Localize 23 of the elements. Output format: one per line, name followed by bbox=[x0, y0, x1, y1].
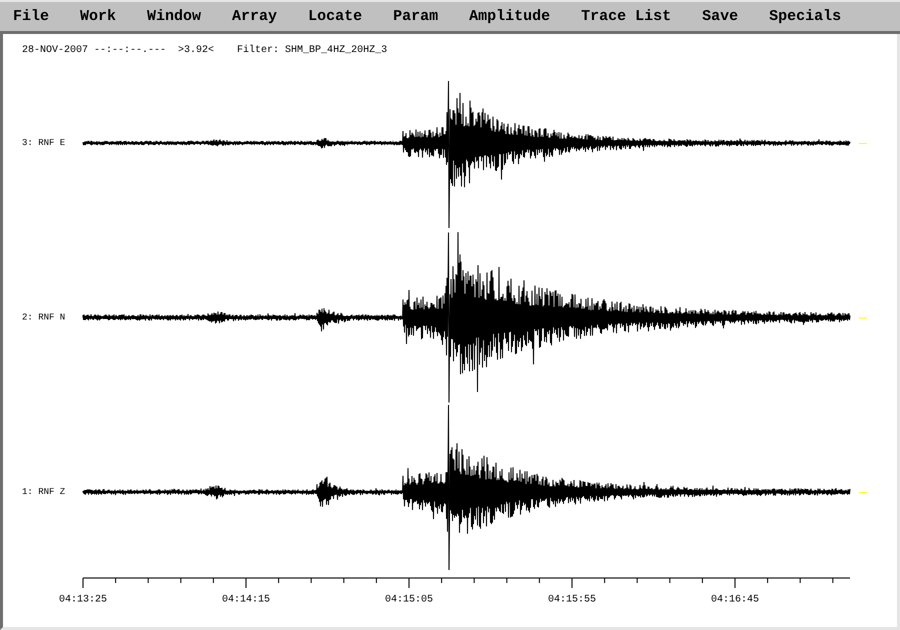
menu-item[interactable]: Specials bbox=[756, 2, 860, 31]
menu-item[interactable]: Locate bbox=[295, 2, 380, 31]
menu-item[interactable]: Amplitude bbox=[456, 2, 568, 31]
time-tick-label: 04:15:05 bbox=[385, 594, 433, 606]
trace-label: 2: RNF N bbox=[22, 312, 66, 322]
trace-marker bbox=[858, 492, 868, 493]
time-tick-label: 04:14:15 bbox=[222, 594, 270, 606]
menu-item[interactable]: Param bbox=[380, 2, 456, 31]
trace-label: 3: RNF E bbox=[22, 138, 66, 148]
time-tick-label: 04:13:25 bbox=[59, 594, 107, 606]
menu-item[interactable]: Window bbox=[134, 2, 220, 31]
menu-item[interactable]: File bbox=[0, 2, 68, 31]
menu-item[interactable]: Save bbox=[689, 2, 756, 31]
time-tick-label: 04:15:55 bbox=[548, 594, 596, 606]
trace-marker bbox=[858, 143, 868, 144]
filter-text: Filter: SHM_BP_4HZ_20HZ_3 bbox=[237, 44, 388, 56]
menu-item[interactable]: Work bbox=[67, 2, 134, 31]
menu-item[interactable]: Array bbox=[219, 2, 296, 31]
date-time-text: 28-NOV-2007 --:--:--.--- bbox=[22, 44, 166, 56]
time-tick-label: 04:16:45 bbox=[711, 594, 759, 606]
amplitude-scale-text: >3.92< bbox=[178, 44, 214, 56]
trace-label: 1: RNF Z bbox=[22, 487, 66, 497]
menu-item[interactable]: Trace List bbox=[568, 2, 690, 31]
